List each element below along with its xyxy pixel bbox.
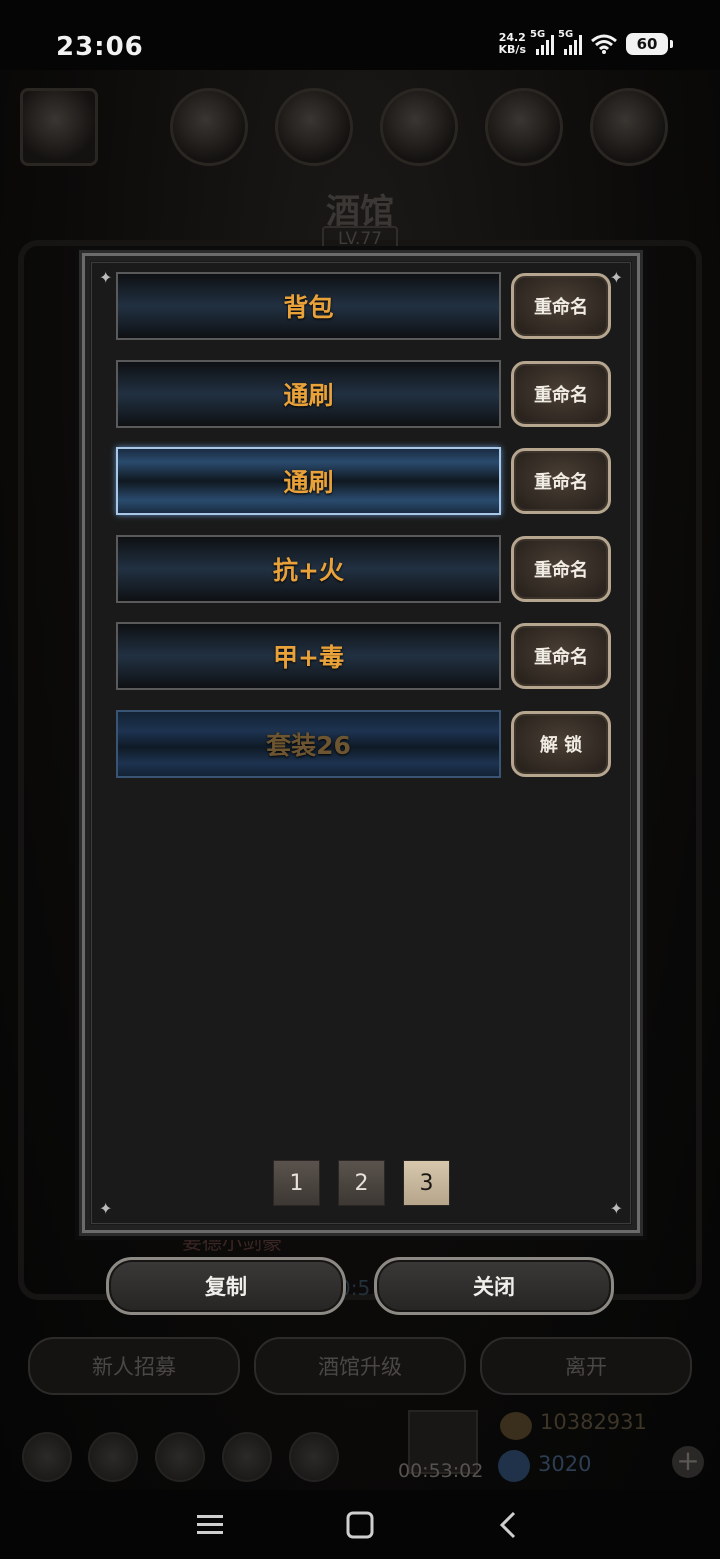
gem-icon — [498, 1450, 530, 1482]
menu-icon — [197, 1515, 223, 1534]
scroll-icon[interactable] — [590, 88, 668, 166]
shield-icon[interactable] — [275, 88, 353, 166]
crystal-icon[interactable] — [485, 88, 563, 166]
settings-icon[interactable] — [22, 1432, 72, 1482]
unlock-button[interactable]: 解 锁 — [511, 711, 611, 777]
navigation-bar — [0, 1490, 720, 1559]
guild-icon[interactable] — [289, 1432, 339, 1482]
gold-amount: 10382931 — [540, 1410, 647, 1434]
mail-icon[interactable] — [222, 1432, 272, 1482]
set-name-button[interactable]: 甲+毒 — [116, 622, 501, 690]
recruit-button[interactable]: 新人招募 — [28, 1337, 240, 1395]
sword-icon[interactable] — [380, 88, 458, 166]
back-icon — [499, 1511, 516, 1539]
network-speed: 24.2 KB/s — [498, 31, 526, 56]
top-icon-bar — [20, 88, 700, 168]
carousel-icon[interactable] — [20, 88, 98, 166]
tavern-level: LV.77 — [322, 226, 398, 252]
set-name-button[interactable]: 抗+火 — [116, 535, 501, 603]
set-row: 背包 重命名 — [116, 272, 611, 340]
rename-button[interactable]: 重命名 — [511, 361, 611, 427]
rename-button[interactable]: 重命名 — [511, 623, 611, 689]
signal-icon: 5G — [558, 29, 582, 55]
corner-ornament: ✦ — [99, 1199, 113, 1218]
corner-ornament: ✦ — [609, 268, 623, 287]
pagination: 1 2 3 — [273, 1160, 450, 1206]
chest-countdown: 00:53:02 — [398, 1460, 484, 1482]
add-icon[interactable]: + — [672, 1446, 704, 1478]
gold-icon — [500, 1412, 532, 1440]
leave-button[interactable]: 离开 — [480, 1337, 692, 1395]
set-row: 通刷 重命名 — [116, 360, 611, 428]
page-button-3[interactable]: 3 — [403, 1160, 450, 1206]
corner-ornament: ✦ — [99, 268, 113, 287]
set-name-button-selected[interactable]: 通刷 — [116, 447, 501, 515]
close-button[interactable]: 关闭 — [374, 1257, 614, 1315]
equipment-set-dialog: ✦ ✦ ✦ ✦ 背包 重命名 通刷 重命名 通刷 重命名 抗+火 重命名 甲+毒… — [82, 253, 640, 1233]
rank-icon[interactable] — [155, 1432, 205, 1482]
set-row: 甲+毒 重命名 — [116, 622, 611, 690]
recent-apps-button[interactable] — [180, 1500, 240, 1550]
corner-ornament: ✦ — [609, 1199, 623, 1218]
rename-button[interactable]: 重命名 — [511, 536, 611, 602]
page-button-1[interactable]: 1 — [273, 1160, 320, 1206]
battery-icon: 60 — [626, 33, 673, 55]
back-button[interactable] — [478, 1500, 538, 1550]
copy-button[interactable]: 复制 — [106, 1257, 346, 1315]
clock: 23:06 — [56, 32, 144, 62]
bottom-toolbar: 00:53:02 10382931 3020 + — [0, 1410, 720, 1490]
ball-icon[interactable] — [170, 88, 248, 166]
status-icons: 24.2 KB/s 5G 5G 60 — [498, 29, 673, 56]
tavern-upgrade-button[interactable]: 酒馆升级 — [254, 1337, 466, 1395]
home-icon — [346, 1511, 374, 1539]
set-row-locked: 套装26 解 锁 — [116, 710, 611, 778]
wifi-icon — [591, 34, 617, 54]
signal-icon: 5G — [530, 29, 554, 55]
set-name-button[interactable]: 背包 — [116, 272, 501, 340]
set-name-button[interactable]: 通刷 — [116, 360, 501, 428]
set-row-selected: 通刷 重命名 — [116, 447, 611, 515]
gem-amount: 3020 — [538, 1452, 592, 1476]
set-row: 抗+火 重命名 — [116, 535, 611, 603]
star-icon[interactable] — [88, 1432, 138, 1482]
home-button[interactable] — [330, 1500, 390, 1550]
rename-button[interactable]: 重命名 — [511, 273, 611, 339]
set-name-button-locked[interactable]: 套装26 — [116, 710, 501, 778]
rename-button[interactable]: 重命名 — [511, 448, 611, 514]
page-button-2[interactable]: 2 — [338, 1160, 385, 1206]
